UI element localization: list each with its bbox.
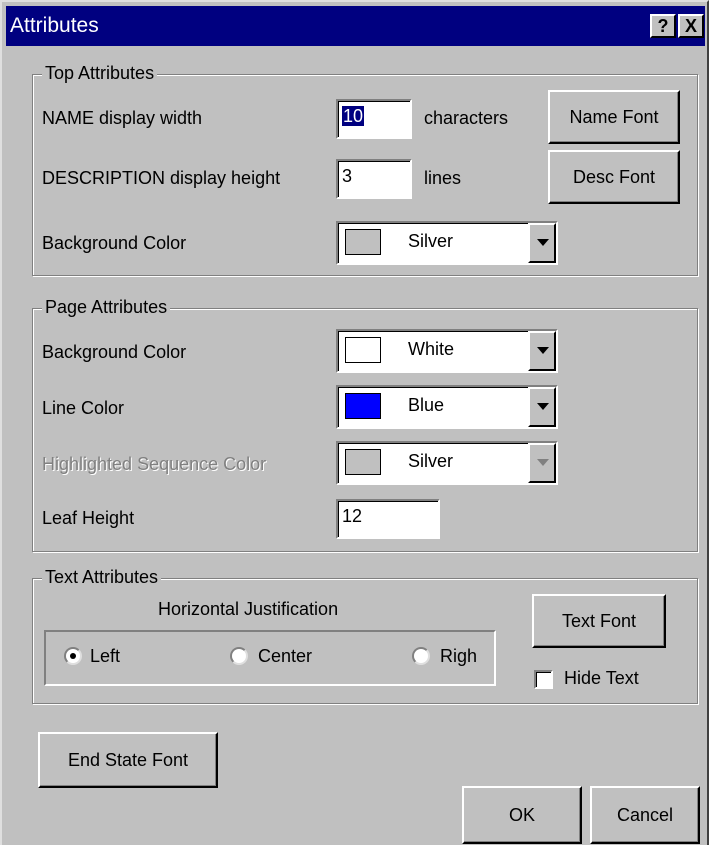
radio-left-label[interactable]: Left: [90, 646, 120, 667]
text-attributes-legend: Text Attributes: [42, 567, 162, 588]
top-bg-color-value: Silver: [408, 231, 454, 251]
desc-height-unit: lines: [424, 168, 462, 188]
radio-left[interactable]: [64, 647, 82, 665]
highlight-color-value: Silver: [408, 451, 454, 471]
line-color-value: Blue: [408, 395, 445, 415]
dropdown-arrow-icon[interactable]: [528, 387, 556, 427]
desc-height-input[interactable]: 3: [336, 159, 412, 199]
justification-label: Horizontal Justification: [158, 599, 339, 619]
dropdown-arrow-icon[interactable]: [528, 223, 556, 263]
radio-center-label[interactable]: Center: [258, 646, 312, 667]
cancel-button[interactable]: Cancel: [590, 786, 700, 844]
leaf-height-input[interactable]: 12: [336, 499, 440, 539]
name-width-input[interactable]: 10: [336, 99, 412, 139]
title-bar: Attributes ? X: [6, 6, 705, 46]
page-attributes-legend: Page Attributes: [42, 297, 171, 318]
page-bg-color-select[interactable]: White: [336, 329, 558, 373]
top-attributes-legend: Top Attributes: [42, 63, 158, 84]
attributes-dialog: Attributes ? X Top Attributes NAME displ…: [0, 0, 709, 845]
page-bg-color-value: White: [408, 339, 455, 359]
color-swatch: [345, 393, 381, 419]
radio-right-label[interactable]: Righ: [440, 646, 477, 667]
close-icon[interactable]: X: [678, 14, 704, 38]
help-icon[interactable]: ?: [650, 14, 676, 38]
end-state-font-button[interactable]: End State Font: [38, 732, 218, 788]
top-bg-color-label: Background Color: [42, 233, 187, 253]
color-swatch: [345, 337, 381, 363]
name-width-value: 10: [342, 106, 365, 126]
hide-text-label[interactable]: Hide Text: [564, 668, 639, 689]
highlight-color-label: Highlighted Sequence Color: [42, 454, 267, 474]
dropdown-arrow-icon: [528, 443, 556, 483]
desc-font-button[interactable]: Desc Font: [548, 150, 680, 204]
text-font-button[interactable]: Text Font: [532, 594, 666, 648]
dialog-title: Attributes: [10, 14, 99, 37]
dropdown-arrow-icon[interactable]: [528, 331, 556, 371]
desc-height-label: DESCRIPTION display height: [42, 168, 281, 188]
page-bg-color-label: Background Color: [42, 342, 187, 362]
color-swatch: [345, 229, 381, 255]
highlight-color-select: Silver: [336, 441, 558, 485]
name-width-label: NAME display width: [42, 108, 203, 128]
name-width-unit: characters: [424, 108, 509, 128]
radio-right[interactable]: [412, 647, 430, 665]
line-color-select[interactable]: Blue: [336, 385, 558, 429]
ok-button[interactable]: OK: [462, 786, 582, 844]
top-bg-color-select[interactable]: Silver: [336, 221, 558, 265]
leaf-height-label: Leaf Height: [42, 508, 135, 528]
line-color-label: Line Color: [42, 398, 125, 418]
name-font-button[interactable]: Name Font: [548, 90, 680, 144]
color-swatch: [345, 449, 381, 475]
radio-center[interactable]: [230, 647, 248, 665]
hide-text-checkbox[interactable]: [534, 670, 553, 689]
